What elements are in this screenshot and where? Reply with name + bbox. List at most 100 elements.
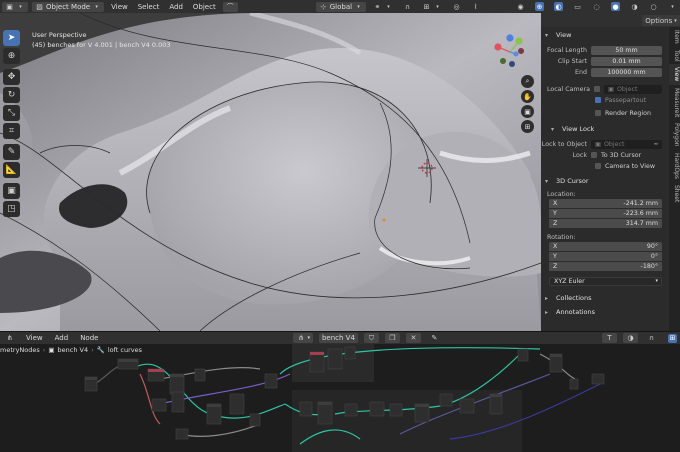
mode-dropdown[interactable]: ▨ Object Mode ▾ bbox=[32, 1, 105, 12]
snap-target-button[interactable]: ⊞ ▾ bbox=[419, 2, 445, 12]
node-menu-node[interactable]: Node bbox=[77, 333, 101, 343]
gizmo-toggle[interactable]: ⊕ bbox=[532, 2, 547, 12]
breadcrumb-modifier[interactable]: loft curves bbox=[108, 346, 142, 354]
annotate-tool[interactable]: ✎ bbox=[3, 144, 20, 160]
fake-user-button[interactable]: ⛉ bbox=[363, 333, 379, 343]
overlay-button[interactable]: ◑ bbox=[623, 333, 638, 343]
pan-button[interactable]: ✋ bbox=[521, 90, 534, 103]
3d-cursor-section-header[interactable]: ▾ 3D Cursor bbox=[541, 175, 669, 187]
view-lock-section-header[interactable]: ▾ View Lock bbox=[541, 123, 669, 135]
shading-options-button[interactable]: ▾ bbox=[665, 2, 680, 12]
navigation-gizmo[interactable] bbox=[492, 34, 528, 70]
tab-view[interactable]: View bbox=[669, 64, 680, 85]
cursor-rotation-z[interactable]: Z -180° bbox=[549, 262, 662, 272]
falloff-button[interactable]: ⌇ bbox=[468, 2, 483, 12]
proportional-edit-button[interactable]: ◎ bbox=[449, 2, 464, 12]
pin-icon: ✎ bbox=[431, 334, 438, 342]
node-menu-add[interactable]: Add bbox=[52, 333, 72, 343]
measure-tool[interactable]: 📐 bbox=[3, 162, 20, 178]
chevron-down-icon: ▾ bbox=[655, 278, 658, 284]
camera-to-view-checkbox[interactable] bbox=[595, 163, 601, 169]
passepartout-checkbox[interactable] bbox=[595, 97, 601, 103]
render-region-checkbox[interactable] bbox=[595, 110, 601, 116]
node-editor-type-button[interactable]: ⋔ bbox=[2, 333, 17, 343]
y-value: 0° bbox=[650, 253, 658, 260]
chevron-down-icon: ▾ bbox=[19, 3, 22, 10]
cursor-location-x[interactable]: X -241.2 mm bbox=[549, 199, 662, 209]
ortho-toggle-button[interactable]: ⊞ bbox=[521, 120, 534, 133]
cursor-location-y[interactable]: Y -223.6 mm bbox=[549, 209, 662, 219]
shading-rendered[interactable]: ○ bbox=[646, 2, 661, 12]
x-label: X bbox=[553, 243, 558, 250]
view-section-header[interactable]: ▾ View bbox=[541, 29, 669, 41]
snap-toggle[interactable]: ∩ bbox=[400, 2, 415, 12]
editor-type-button[interactable]: ▣ ▾ bbox=[2, 1, 28, 12]
tab-polygon[interactable]: Polygon bbox=[669, 120, 680, 150]
collections-section-header[interactable]: ▸ Collections bbox=[541, 292, 669, 304]
move-tool[interactable]: ✥ bbox=[3, 69, 20, 85]
node-editor[interactable] bbox=[0, 344, 680, 452]
snap-button[interactable]: ∩ bbox=[644, 333, 659, 343]
snap-grid-icon: ⊞ bbox=[423, 2, 430, 11]
cursor-location-z[interactable]: Z 314.7 mm bbox=[549, 219, 662, 229]
select-box-tool[interactable]: ➤ bbox=[3, 30, 20, 46]
pin-button[interactable]: ✎ bbox=[427, 333, 442, 343]
text-overlay-button[interactable]: T bbox=[602, 333, 617, 343]
shading-wireframe[interactable]: ◌ bbox=[589, 2, 604, 12]
menu-view[interactable]: View bbox=[108, 2, 131, 12]
y-value: -223.6 mm bbox=[623, 210, 658, 217]
orientation-dropdown[interactable]: ⊹ Global ▾ bbox=[315, 1, 367, 12]
local-camera-checkbox[interactable] bbox=[594, 86, 600, 92]
annotations-section-header[interactable]: ▸ Annotations bbox=[541, 306, 669, 318]
breadcrumb-root[interactable]: GeometryNodes bbox=[0, 346, 40, 354]
pivot-button[interactable]: ⚭ ▾ bbox=[370, 2, 396, 12]
duplicate-tree-button[interactable]: ❐ bbox=[384, 333, 400, 343]
shading-material[interactable]: ◑ bbox=[627, 2, 642, 12]
local-camera-field[interactable]: ▣ Object bbox=[604, 84, 662, 94]
rotation-mode-dropdown[interactable]: XYZ Euler ▾ bbox=[549, 276, 662, 286]
menu-select[interactable]: Select bbox=[135, 2, 163, 12]
xray-toggle[interactable]: ▭ bbox=[570, 2, 585, 12]
visibility-button[interactable]: ◉ bbox=[513, 2, 528, 12]
overlays-toggle[interactable]: ◐ bbox=[551, 2, 566, 12]
menu-add[interactable]: Add bbox=[166, 2, 186, 12]
3d-viewport[interactable] bbox=[0, 13, 541, 331]
eyedropper-icon[interactable]: ✒ bbox=[654, 141, 659, 148]
camera-to-view-row[interactable]: Camera to View bbox=[541, 161, 669, 171]
chevron-down-icon: ▾ bbox=[387, 3, 390, 10]
add-cube-tool[interactable]: ▣ bbox=[3, 183, 20, 199]
options-button[interactable]: Options ▾ bbox=[642, 15, 680, 26]
copy-icon: ❐ bbox=[389, 334, 396, 342]
cursor-rotation-y[interactable]: Y 0° bbox=[549, 252, 662, 262]
focal-length-field[interactable]: 50 mm bbox=[591, 45, 662, 55]
hand-icon: ✋ bbox=[523, 92, 532, 101]
tab-tool[interactable]: Tool bbox=[669, 47, 680, 65]
render-region-row[interactable]: Render Region bbox=[541, 108, 669, 118]
node-tree-browse[interactable]: ⋔ ▾ bbox=[293, 333, 313, 343]
unlink-tree-button[interactable]: ✕ bbox=[405, 333, 421, 343]
clip-start-field[interactable]: 0.01 mm bbox=[591, 56, 662, 66]
passepartout-row[interactable]: Passepartout bbox=[541, 95, 669, 105]
zoom-button[interactable]: ⌕ bbox=[521, 75, 534, 88]
breadcrumb-object[interactable]: bench V4 bbox=[58, 346, 89, 354]
node-menu-view[interactable]: View bbox=[23, 333, 46, 343]
snap-type-button[interactable]: ⊞ bbox=[665, 333, 680, 343]
clip-end-field[interactable]: 100000 mm bbox=[591, 67, 662, 77]
tab-measureit[interactable]: Measureit bbox=[669, 85, 680, 121]
menu-object[interactable]: Object bbox=[190, 2, 219, 12]
cursor-tool[interactable]: ⊕ bbox=[3, 48, 20, 64]
camera-view-button[interactable]: ▣ bbox=[521, 105, 534, 118]
shading-solid[interactable]: ● bbox=[608, 2, 623, 12]
transform-tool[interactable]: ⌗ bbox=[3, 123, 20, 139]
tab-sheet[interactable]: Sheet bbox=[669, 182, 680, 205]
to-3d-cursor-checkbox[interactable] bbox=[591, 152, 597, 158]
tab-item[interactable]: Item bbox=[669, 27, 680, 47]
cursor-rotation-x[interactable]: X 90° bbox=[549, 242, 662, 252]
scale-tool[interactable]: ⤡ bbox=[3, 105, 20, 121]
quick-effects-button[interactable]: ⌒ bbox=[222, 1, 238, 12]
rotate-tool[interactable]: ↻ bbox=[3, 87, 20, 103]
lock-to-object-field[interactable]: ▣ Object ✒ bbox=[591, 139, 662, 149]
node-tree-name-field[interactable]: bench V4 bbox=[318, 333, 358, 343]
tab-hardops[interactable]: HardOps bbox=[669, 150, 680, 182]
extra-tool[interactable]: ◳ bbox=[3, 201, 20, 217]
